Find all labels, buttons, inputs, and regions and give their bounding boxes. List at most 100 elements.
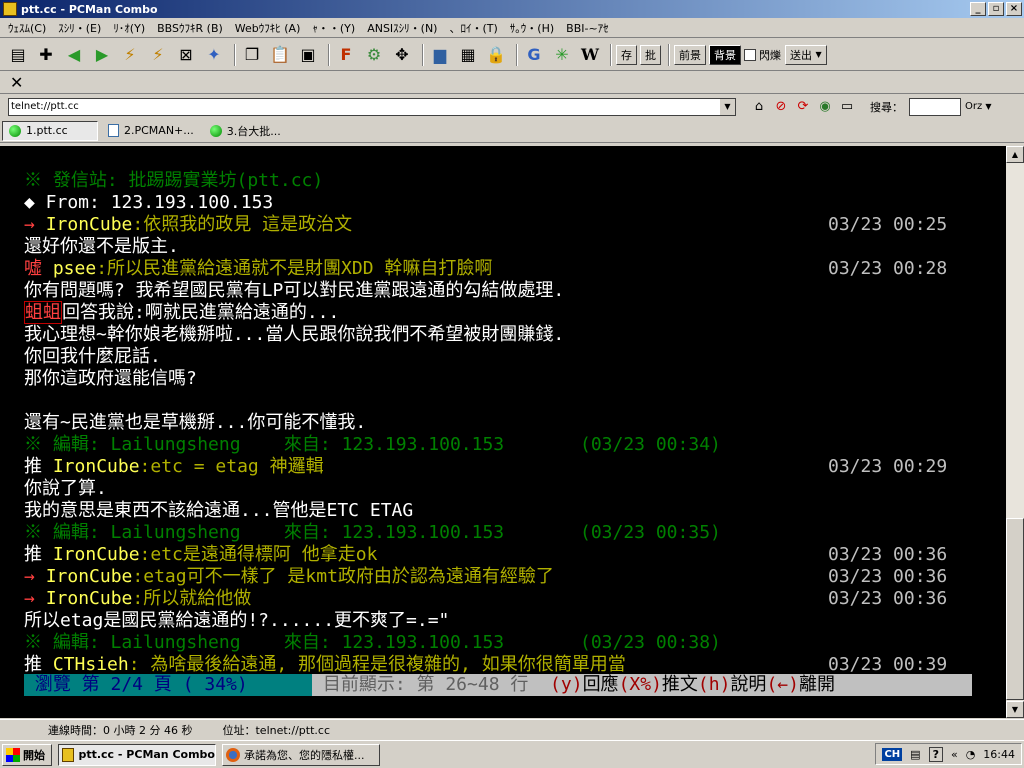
windows-logo-icon	[6, 747, 20, 762]
maximize-button[interactable]: ▫	[988, 2, 1004, 16]
menu-item-5[interactable]: ｬ・・(Y)	[306, 20, 361, 36]
copy-icon[interactable]: ❐	[240, 43, 264, 67]
stop-icon[interactable]: ⊘	[772, 98, 790, 116]
terminal-line: 還好你還不是版主.	[24, 236, 179, 258]
foreground-button[interactable]: 前景	[674, 44, 706, 65]
new-connection-icon[interactable]: ✚	[34, 43, 58, 67]
tab-pcman[interactable]: 2.PCMAN+...	[102, 121, 200, 141]
terminal-text: CTHsieh	[52, 654, 129, 675]
blink-checkbox[interactable]	[744, 48, 756, 61]
picture-icon[interactable]: ▆	[428, 43, 452, 67]
font-icon[interactable]: F	[334, 43, 358, 67]
tab-label: 3.台大批...	[226, 124, 281, 138]
terminal-text: 噓	[24, 258, 53, 279]
help-key-text: 推文	[661, 674, 698, 695]
help-icon[interactable]: ?	[928, 746, 943, 762]
batch-button[interactable]: 批	[640, 44, 661, 65]
home-icon[interactable]: ⌂	[750, 98, 768, 116]
close-panel-icon[interactable]: ✕	[10, 73, 23, 92]
help-keys: (y)回應(X%)推文(h)說明(←)離開	[550, 674, 835, 695]
help-key-text: 離開	[798, 674, 835, 695]
menu-item-7[interactable]: 、ﾛｲ・(T)	[443, 20, 503, 36]
scroll-up-icon[interactable]: ▲	[1006, 146, 1024, 163]
firefox-icon	[226, 747, 240, 762]
paste-icon[interactable]: 📋	[268, 43, 292, 67]
settings-gear-icon[interactable]: ⚙	[362, 43, 386, 67]
wikipedia-icon[interactable]: W	[578, 43, 602, 67]
address-input[interactable]: telnet://ptt.cc ▼	[8, 97, 736, 116]
terminal-text: :依照我的政見 這是政治文	[132, 214, 353, 235]
scroll-down-icon[interactable]: ▼	[1006, 701, 1024, 718]
star-icon[interactable]: ✳	[550, 43, 574, 67]
task-browser[interactable]: 承諾為您、您的隱私權...	[222, 743, 380, 766]
menu-item-6[interactable]: ANSIｽｼﾘ・(N)	[361, 20, 443, 36]
terminal-scrollbar[interactable]: ▲ ▼	[1006, 146, 1024, 718]
title-bar[interactable]: ptt.cc - PCMan Combo _ ▫ ×	[0, 0, 1024, 18]
volume-icon[interactable]: ◔	[966, 748, 976, 761]
tray-expand-icon[interactable]: «	[951, 748, 958, 761]
tab-ntu[interactable]: 3.台大批...	[204, 121, 287, 141]
keyboard-icon[interactable]: ▭	[838, 98, 856, 116]
start-button[interactable]: 開始	[2, 743, 52, 766]
lock-icon[interactable]: 🔒	[484, 43, 508, 67]
close-tab-icon[interactable]: ⊠	[174, 43, 198, 67]
reconnect-icon[interactable]: ⚡	[146, 43, 170, 67]
google-icon[interactable]: G	[522, 43, 546, 67]
task-label: 承諾為您、您的隱私權...	[244, 748, 365, 762]
system-tray: CH ▤ ? « ◔ 16:44	[875, 743, 1022, 765]
menu-item-3[interactable]: BBSｳﾌｷR (B)	[151, 20, 229, 36]
screenshot-icon[interactable]: ▣	[296, 43, 320, 67]
back-arrow-icon[interactable]: ◀	[62, 43, 86, 67]
terminal-text: IronCube	[45, 566, 133, 587]
ime-indicator[interactable]: CH	[882, 747, 903, 761]
terminal-text: IronCube	[45, 588, 133, 609]
pin-icon[interactable]: ✦	[202, 43, 226, 67]
chevron-down-icon[interactable]: ▼	[720, 98, 735, 115]
search-input[interactable]	[909, 97, 961, 116]
terminal-line: → IronCube:依照我的政見 這是政治文	[24, 214, 352, 236]
resize-icon[interactable]: ✥	[390, 43, 414, 67]
terminal-line: ※ 編輯: Lailungsheng 來自: 123.193.100.153 (…	[24, 632, 721, 654]
menu-item-9[interactable]: BBI-~ｱｾ	[560, 20, 615, 36]
taskbar: 開始 ptt.cc - PCMan Combo 承諾為您、您的隱私權... CH…	[0, 740, 1024, 768]
globe-icon[interactable]: ◉	[816, 98, 834, 116]
comment-timestamp: 03/23 00:29	[828, 456, 948, 477]
terminal-text: →	[24, 214, 46, 235]
send-button[interactable]: 送出 ▼	[785, 44, 827, 65]
scroll-thumb[interactable]	[1006, 518, 1024, 700]
minimize-button[interactable]: _	[970, 2, 986, 16]
terminal-line: ※ 編輯: Lailungsheng 來自: 123.193.100.153 (…	[24, 434, 721, 456]
terminal-text: 我心理想~幹你娘老機掰啦...當人民跟你說我們不希望被財團賺錢.	[24, 324, 565, 345]
comment-timestamp: 03/23 00:36	[828, 544, 948, 565]
terminal-line: 還有~民進黨也是草機掰...你可能不懂我.	[24, 412, 366, 434]
refresh-icon[interactable]: ⟳	[794, 98, 812, 116]
menu-item-4[interactable]: Webｳﾌｷﾋ (A)	[229, 20, 307, 36]
background-button[interactable]: 背景	[709, 44, 741, 65]
terminal-text: ※ 編輯: Lailungsheng 來自: 123.193.100.153 (…	[24, 632, 721, 653]
bbs-terminal[interactable]: 瀏覽 第 2/4 頁 ( 34%) 目前顯示: 第 26~48 行 (y)回應(…	[0, 146, 1006, 718]
menu-item-1[interactable]: ｽｼﾘ・(E)	[52, 20, 107, 36]
window-title: ptt.cc - PCMan Combo	[21, 2, 158, 16]
task-pcman[interactable]: ptt.cc - PCMan Combo	[58, 743, 216, 766]
close-button[interactable]: ×	[1006, 2, 1022, 16]
tab-label: 2.PCMAN+...	[124, 124, 194, 137]
menu-item-2[interactable]: ﾘ･ｵ(Y)	[107, 20, 151, 36]
blink-label: 閃爍	[759, 48, 781, 62]
search-engine-select[interactable]: Orz ▼	[965, 101, 992, 112]
help-key-text: (←)	[766, 674, 799, 695]
save-button[interactable]: 存	[616, 44, 637, 65]
terminal-line: 你說了算.	[24, 478, 107, 500]
terminal-text: 推	[24, 654, 53, 675]
help-key-text: (X%)	[618, 674, 662, 695]
comment-timestamp: 03/23 00:36	[828, 588, 948, 609]
ansi-icon[interactable]: ▦	[456, 43, 480, 67]
menu-item-0[interactable]: ｳｪｽﾑ(C)	[2, 20, 52, 36]
keyboard-icon[interactable]: ▤	[910, 748, 920, 761]
site-list-icon[interactable]: ▤	[6, 43, 30, 67]
forward-arrow-icon[interactable]: ▶	[90, 43, 114, 67]
showing-status: 目前顯示: 第 26~48 行 (y)回應(X%)推文(h)說明(←)離開	[312, 674, 972, 696]
tab-ptt[interactable]: 1.ptt.cc	[2, 120, 98, 141]
help-key-text: (h)	[697, 674, 731, 695]
disconnect-icon[interactable]: ⚡	[118, 43, 142, 67]
menu-item-8[interactable]: ｻ｡ｳ・(H)	[504, 20, 560, 36]
